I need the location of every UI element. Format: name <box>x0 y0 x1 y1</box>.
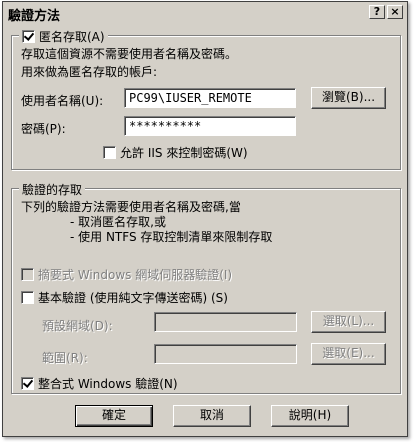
allow-iis-label[interactable]: 允許 IIS 來控制密碼(W) <box>120 144 248 161</box>
anonymous-access-label[interactable]: 匿名存取(A) <box>39 28 105 45</box>
anonymous-access-legend[interactable]: 匿名存取(A) <box>19 28 108 45</box>
auth-methods-dialog: 驗證方法 ? × 匿名存取(A) 存取這個資源不需要使用者名稱及密碼。 用來做為… <box>2 1 408 437</box>
password-label: 密碼(P): <box>21 122 66 136</box>
cancel-button[interactable]: 取消 <box>173 405 251 427</box>
ok-button[interactable]: 確定 <box>75 405 153 427</box>
select-domain-button: 選取(L)... <box>311 311 386 333</box>
help-icon[interactable]: ? <box>369 5 385 19</box>
username-input[interactable]: PC99\IUSER_REMOTE <box>124 88 296 108</box>
allow-iis-checkbox[interactable] <box>103 146 116 159</box>
window-title: 驗證方法 <box>8 9 61 24</box>
integrated-checkbox[interactable] <box>21 377 34 390</box>
close-icon[interactable]: × <box>387 5 403 19</box>
digest-row: 摘要式 Windows 網域伺服器驗證(I) <box>21 266 232 283</box>
integrated-row[interactable]: 整合式 Windows 驗證(N) <box>21 375 178 392</box>
digest-label: 摘要式 Windows 網域伺服器驗證(I) <box>38 268 233 282</box>
basic-row[interactable]: 基本驗證 (使用純文字傳送密碼) (S) <box>21 289 228 306</box>
password-input[interactable]: ********** <box>124 116 296 136</box>
anonymous-desc-1: 存取這個資源不需要使用者名稱及密碼。 <box>21 47 238 61</box>
digest-checkbox <box>21 268 34 281</box>
authenticated-access-legend-text: 驗證的存取 <box>22 183 83 197</box>
integrated-label[interactable]: 整合式 Windows 驗證(N) <box>38 375 178 392</box>
realm-input <box>154 344 297 364</box>
auth-desc-3: - 使用 NTFS 存取控制清單來限制存取 <box>70 230 273 244</box>
default-domain-label: 預設網域(D): <box>42 319 113 333</box>
title-bar: 驗證方法 ? × <box>3 2 407 25</box>
anonymous-desc-2: 用來做為匿名存取的帳戶: <box>21 65 158 79</box>
allow-iis-row[interactable]: 允許 IIS 來控制密碼(W) <box>103 144 248 161</box>
username-label: 使用者名稱(U): <box>21 94 104 108</box>
authenticated-access-group: 驗證的存取 下列的驗證方法需要使用者名稱及密碼,當 - 取消匿名存取,或 - 使… <box>11 181 401 394</box>
basic-checkbox[interactable] <box>21 291 34 304</box>
help-button[interactable]: 說明(H) <box>271 405 349 427</box>
anonymous-access-group: 匿名存取(A) 存取這個資源不需要使用者名稱及密碼。 用來做為匿名存取的帳戶: … <box>11 28 401 170</box>
authenticated-access-legend: 驗證的存取 <box>19 181 86 198</box>
default-domain-input <box>154 312 297 332</box>
anonymous-access-checkbox[interactable] <box>22 30 35 43</box>
select-realm-button: 選取(E)... <box>311 343 386 365</box>
browse-button[interactable]: 瀏覽(B)... <box>311 87 386 109</box>
realm-label: 範圍(R): <box>42 351 88 365</box>
basic-label[interactable]: 基本驗證 (使用純文字傳送密碼) (S) <box>38 289 228 306</box>
